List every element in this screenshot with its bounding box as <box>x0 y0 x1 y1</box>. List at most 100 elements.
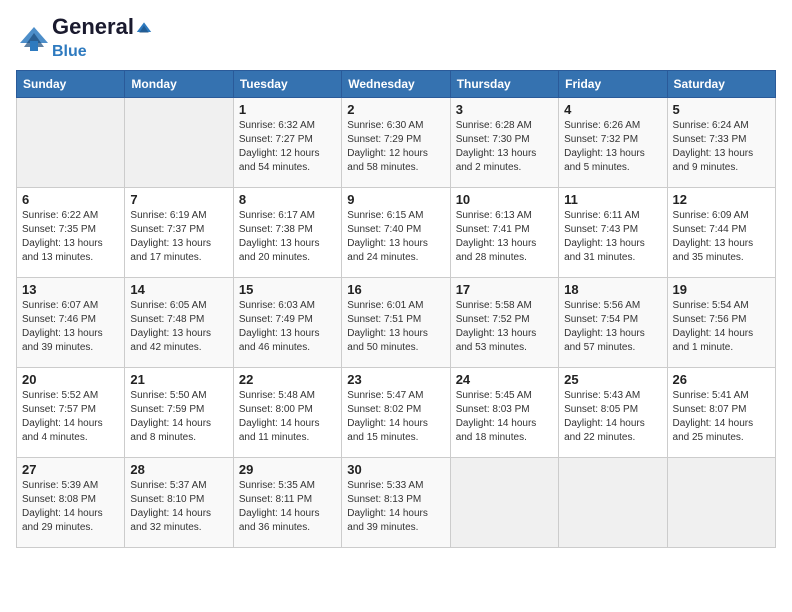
day-info: Sunrise: 6:19 AM Sunset: 7:37 PM Dayligh… <box>130 209 227 265</box>
day-number: 25 <box>564 372 661 387</box>
calendar-cell: 27 Sunrise: 5:39 AM Sunset: 8:08 PM Dayli… <box>17 458 125 548</box>
day-number: 24 <box>456 372 553 387</box>
calendar-cell: 4 Sunrise: 6:26 AM Sunset: 7:32 PM Daylig… <box>559 98 667 188</box>
header-wednesday: Wednesday <box>342 71 450 98</box>
day-info: Sunrise: 6:26 AM Sunset: 7:32 PM Dayligh… <box>564 119 661 175</box>
day-number: 23 <box>347 372 444 387</box>
day-number: 21 <box>130 372 227 387</box>
calendar-cell: 24 Sunrise: 5:45 AM Sunset: 8:03 PM Dayli… <box>450 368 558 458</box>
calendar-cell: 9 Sunrise: 6:15 AM Sunset: 7:40 PM Daylig… <box>342 188 450 278</box>
day-info: Sunrise: 6:15 AM Sunset: 7:40 PM Dayligh… <box>347 209 444 265</box>
logo-icon <box>16 23 52 53</box>
calendar-cell: 28 Sunrise: 5:37 AM Sunset: 8:10 PM Dayli… <box>125 458 233 548</box>
page-header: GeneralBlue <box>16 16 776 60</box>
day-number: 8 <box>239 192 336 207</box>
day-info: Sunrise: 6:03 AM Sunset: 7:49 PM Dayligh… <box>239 299 336 355</box>
day-number: 3 <box>456 102 553 117</box>
day-info: Sunrise: 5:41 AM Sunset: 8:07 PM Dayligh… <box>673 389 770 445</box>
day-number: 29 <box>239 462 336 477</box>
day-number: 4 <box>564 102 661 117</box>
day-info: Sunrise: 6:17 AM Sunset: 7:38 PM Dayligh… <box>239 209 336 265</box>
day-info: Sunrise: 5:54 AM Sunset: 7:56 PM Dayligh… <box>673 299 770 355</box>
header-sunday: Sunday <box>17 71 125 98</box>
day-number: 27 <box>22 462 119 477</box>
calendar-cell: 12Sunrise: 6:09 AM Sunset: 7:44 PM Dayli… <box>667 188 775 278</box>
day-info: Sunrise: 6:30 AM Sunset: 7:29 PM Dayligh… <box>347 119 444 175</box>
calendar-cell: 23 Sunrise: 5:47 AM Sunset: 8:02 PM Dayli… <box>342 368 450 458</box>
day-number: 20 <box>22 372 119 387</box>
calendar-cell: 25Sunrise: 5:43 AM Sunset: 8:05 PM Dayli… <box>559 368 667 458</box>
day-number: 30 <box>347 462 444 477</box>
day-info: Sunrise: 5:58 AM Sunset: 7:52 PM Dayligh… <box>456 299 553 355</box>
calendar-cell: 14 Sunrise: 6:05 AM Sunset: 7:48 PM Dayli… <box>125 278 233 368</box>
calendar-header-row: SundayMondayTuesdayWednesdayThursdayFrid… <box>17 71 776 98</box>
calendar-cell: 5Sunrise: 6:24 AM Sunset: 7:33 PM Daylig… <box>667 98 775 188</box>
header-monday: Monday <box>125 71 233 98</box>
calendar-cell <box>125 98 233 188</box>
day-number: 22 <box>239 372 336 387</box>
logo-text: GeneralBlue <box>52 16 154 60</box>
day-number: 14 <box>130 282 227 297</box>
calendar-cell: 20Sunrise: 5:52 AM Sunset: 7:57 PM Dayli… <box>17 368 125 458</box>
day-number: 28 <box>130 462 227 477</box>
day-info: Sunrise: 5:50 AM Sunset: 7:59 PM Dayligh… <box>130 389 227 445</box>
day-info: Sunrise: 6:28 AM Sunset: 7:30 PM Dayligh… <box>456 119 553 175</box>
day-info: Sunrise: 5:47 AM Sunset: 8:02 PM Dayligh… <box>347 389 444 445</box>
day-info: Sunrise: 6:22 AM Sunset: 7:35 PM Dayligh… <box>22 209 119 265</box>
header-friday: Friday <box>559 71 667 98</box>
calendar-table: SundayMondayTuesdayWednesdayThursdayFrid… <box>16 70 776 548</box>
calendar-cell: 22 Sunrise: 5:48 AM Sunset: 8:00 PM Dayli… <box>233 368 341 458</box>
calendar-cell <box>450 458 558 548</box>
day-number: 11 <box>564 192 661 207</box>
calendar-cell: 17 Sunrise: 5:58 AM Sunset: 7:52 PM Dayli… <box>450 278 558 368</box>
day-info: Sunrise: 6:13 AM Sunset: 7:41 PM Dayligh… <box>456 209 553 265</box>
day-info: Sunrise: 5:48 AM Sunset: 8:00 PM Dayligh… <box>239 389 336 445</box>
day-number: 10 <box>456 192 553 207</box>
day-info: Sunrise: 5:33 AM Sunset: 8:13 PM Dayligh… <box>347 479 444 535</box>
day-number: 1 <box>239 102 336 117</box>
day-info: Sunrise: 5:45 AM Sunset: 8:03 PM Dayligh… <box>456 389 553 445</box>
calendar-cell: 2 Sunrise: 6:30 AM Sunset: 7:29 PM Daylig… <box>342 98 450 188</box>
day-number: 2 <box>347 102 444 117</box>
logo: GeneralBlue <box>16 16 154 60</box>
calendar-cell: 21 Sunrise: 5:50 AM Sunset: 7:59 PM Dayli… <box>125 368 233 458</box>
calendar-week-3: 13 Sunrise: 6:07 AM Sunset: 7:46 PM Dayli… <box>17 278 776 368</box>
day-number: 13 <box>22 282 119 297</box>
calendar-cell <box>559 458 667 548</box>
calendar-cell: 29 Sunrise: 5:35 AM Sunset: 8:11 PM Dayli… <box>233 458 341 548</box>
day-number: 15 <box>239 282 336 297</box>
calendar-cell: 10 Sunrise: 6:13 AM Sunset: 7:41 PM Dayli… <box>450 188 558 278</box>
calendar-week-1: 1 Sunrise: 6:32 AM Sunset: 7:27 PM Daylig… <box>17 98 776 188</box>
calendar-cell: 16 Sunrise: 6:01 AM Sunset: 7:51 PM Dayli… <box>342 278 450 368</box>
day-info: Sunrise: 5:37 AM Sunset: 8:10 PM Dayligh… <box>130 479 227 535</box>
day-number: 16 <box>347 282 444 297</box>
calendar-cell: 19 Sunrise: 5:54 AM Sunset: 7:56 PM Dayli… <box>667 278 775 368</box>
day-number: 17 <box>456 282 553 297</box>
day-number: 26 <box>673 372 770 387</box>
day-info: Sunrise: 5:35 AM Sunset: 8:11 PM Dayligh… <box>239 479 336 535</box>
calendar-week-4: 20Sunrise: 5:52 AM Sunset: 7:57 PM Dayli… <box>17 368 776 458</box>
day-info: Sunrise: 6:07 AM Sunset: 7:46 PM Dayligh… <box>22 299 119 355</box>
header-saturday: Saturday <box>667 71 775 98</box>
day-info: Sunrise: 6:01 AM Sunset: 7:51 PM Dayligh… <box>347 299 444 355</box>
day-info: Sunrise: 5:56 AM Sunset: 7:54 PM Dayligh… <box>564 299 661 355</box>
header-thursday: Thursday <box>450 71 558 98</box>
header-tuesday: Tuesday <box>233 71 341 98</box>
calendar-cell <box>17 98 125 188</box>
calendar-cell: 18 Sunrise: 5:56 AM Sunset: 7:54 PM Dayli… <box>559 278 667 368</box>
calendar-cell: 1 Sunrise: 6:32 AM Sunset: 7:27 PM Daylig… <box>233 98 341 188</box>
day-number: 9 <box>347 192 444 207</box>
calendar-cell <box>667 458 775 548</box>
calendar-cell: 3 Sunrise: 6:28 AM Sunset: 7:30 PM Daylig… <box>450 98 558 188</box>
day-info: Sunrise: 6:24 AM Sunset: 7:33 PM Dayligh… <box>673 119 770 175</box>
day-number: 19 <box>673 282 770 297</box>
calendar-cell: 6Sunrise: 6:22 AM Sunset: 7:35 PM Daylig… <box>17 188 125 278</box>
calendar-cell: 11Sunrise: 6:11 AM Sunset: 7:43 PM Dayli… <box>559 188 667 278</box>
calendar-week-2: 6Sunrise: 6:22 AM Sunset: 7:35 PM Daylig… <box>17 188 776 278</box>
day-number: 12 <box>673 192 770 207</box>
day-info: Sunrise: 6:05 AM Sunset: 7:48 PM Dayligh… <box>130 299 227 355</box>
calendar-cell: 15 Sunrise: 6:03 AM Sunset: 7:49 PM Dayli… <box>233 278 341 368</box>
day-number: 18 <box>564 282 661 297</box>
day-info: Sunrise: 6:32 AM Sunset: 7:27 PM Dayligh… <box>239 119 336 175</box>
day-info: Sunrise: 5:39 AM Sunset: 8:08 PM Dayligh… <box>22 479 119 535</box>
